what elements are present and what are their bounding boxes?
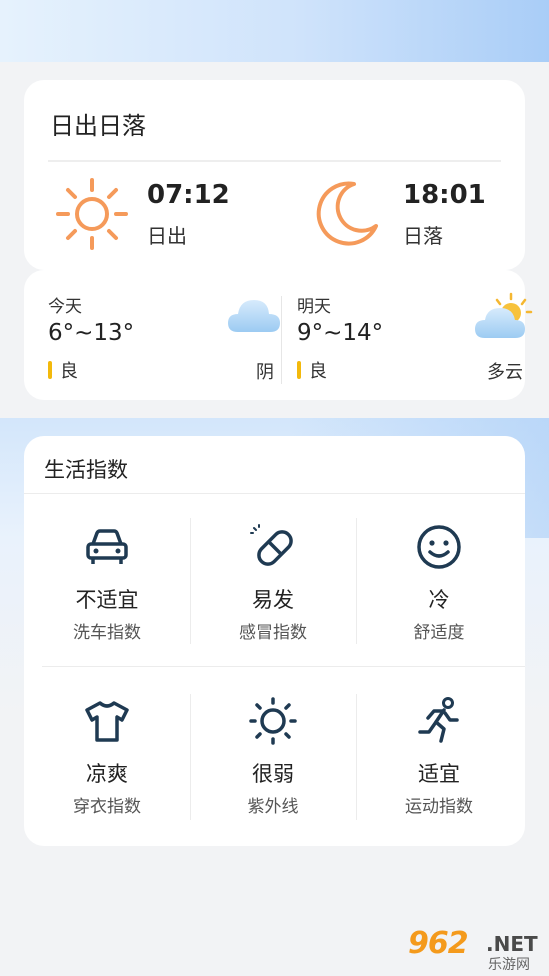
life-index-comfort[interactable]: 冷 舒适度 [356, 522, 522, 672]
divider [48, 160, 501, 162]
partly-cloudy-icon [475, 292, 533, 338]
life-index-value: 很弱 [252, 762, 294, 786]
divider [24, 493, 525, 494]
life-index-value: 凉爽 [86, 762, 128, 786]
watermark-logo: 962 .NET 乐游网 [408, 926, 544, 973]
pill-icon [250, 524, 293, 566]
life-index-value: 易发 [252, 588, 294, 612]
life-index-value: 冷 [428, 588, 450, 612]
life-index-cold[interactable]: 易发 感冒指数 [190, 522, 356, 672]
watermark-sub: 乐游网 [488, 957, 530, 973]
car-icon [86, 529, 128, 564]
life-index-label: 洗车指数 [73, 623, 141, 643]
divider [281, 296, 282, 384]
life-index-label: 运动指数 [405, 797, 473, 817]
life-index-sport[interactable]: 适宜 运动指数 [356, 696, 522, 846]
header-background [0, 0, 549, 62]
forecast-card: 今天 6°~13° 良 阴 明天 9°~14° 良 多云 [24, 270, 533, 400]
sunrise-sunset-card: 日出日落 07:12 日出 18:01 日落 [24, 80, 525, 270]
forecast-today[interactable]: 今天 6°~13° 良 阴 [48, 270, 288, 400]
cloud-icon [228, 300, 280, 332]
sunrise-time: 07:12 [147, 180, 230, 210]
life-index-label: 感冒指数 [239, 623, 307, 643]
forecast-temp: 6°~13° [48, 320, 135, 346]
sunset-time: 18:01 [403, 180, 486, 210]
life-index-label: 穿衣指数 [73, 797, 141, 817]
aqi-text: 良 [309, 361, 327, 382]
sunrise-sunset-title: 日出日落 [50, 112, 146, 140]
runner-icon [418, 697, 459, 743]
life-index-card: 生活指数 不适宜 洗车指数 易发 感冒指数 冷 舒适度 凉爽 穿衣指数 很弱 紫… [24, 436, 525, 846]
sunset-label: 日落 [403, 224, 443, 248]
aqi-text: 良 [60, 361, 78, 382]
watermark-domain: .NET [486, 932, 538, 956]
life-index-label: 紫外线 [247, 797, 299, 817]
forecast-day: 明天 [297, 297, 331, 317]
sun-icon [249, 697, 297, 745]
sunrise-label: 日出 [147, 224, 187, 248]
moon-icon [316, 181, 378, 246]
tshirt-icon [85, 701, 129, 742]
aqi-badge: 良 [48, 359, 78, 382]
life-index-title: 生活指数 [44, 458, 128, 482]
life-index-car-wash[interactable]: 不适宜 洗车指数 [24, 522, 190, 672]
watermark-number: 962 [408, 926, 469, 961]
aqi-bar [48, 361, 52, 379]
life-index-value: 不适宜 [75, 588, 139, 612]
forecast-condition: 阴 [256, 362, 274, 383]
forecast-tomorrow[interactable]: 明天 9°~14° 良 多云 [297, 270, 537, 400]
aqi-bar [297, 361, 301, 379]
life-index-uv[interactable]: 很弱 紫外线 [190, 696, 356, 846]
life-index-dressing[interactable]: 凉爽 穿衣指数 [24, 696, 190, 846]
forecast-condition: 多云 [487, 362, 523, 383]
smiley-icon [417, 525, 461, 569]
life-index-value: 适宜 [418, 762, 460, 786]
life-index-label: 舒适度 [413, 623, 465, 643]
forecast-temp: 9°~14° [297, 320, 384, 346]
aqi-badge: 良 [297, 359, 327, 382]
sunrise-icon [56, 178, 128, 250]
forecast-day: 今天 [48, 297, 82, 317]
